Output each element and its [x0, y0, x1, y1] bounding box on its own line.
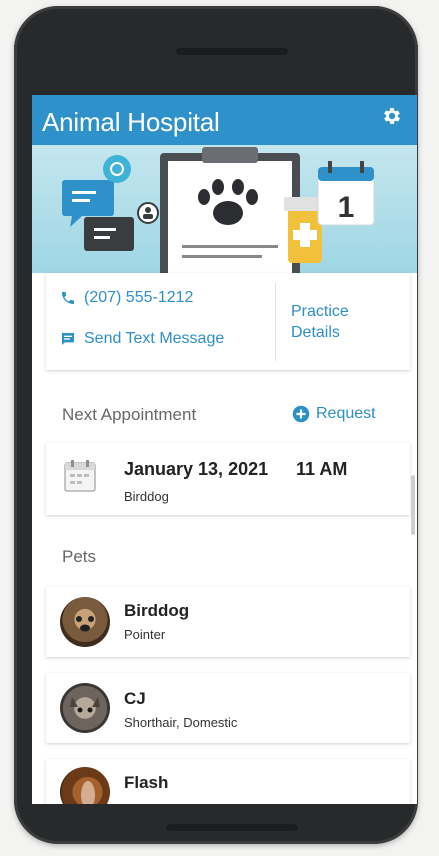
- appointment-card[interactable]: January 13, 2021 11 AM Birddog: [46, 443, 410, 515]
- pet-card-cj[interactable]: CJ Shorthair, Domestic: [46, 673, 410, 743]
- call-phone-link[interactable]: (207) 555-1212: [60, 289, 193, 307]
- appointment-time: 11 AM: [296, 459, 348, 479]
- pet-name: Birddog: [124, 601, 190, 620]
- pet-breed: Pointer: [124, 627, 166, 642]
- message-icon: [62, 333, 74, 345]
- calendar-date-icon: [64, 460, 96, 492]
- phone-number: (207) 555-1212: [84, 289, 194, 306]
- send-text-label: Send Text Message: [84, 330, 225, 347]
- app-title: Animal Hospital: [42, 107, 220, 137]
- pets-heading: Pets: [62, 547, 97, 566]
- user-badge-icon: [137, 202, 159, 224]
- earpiece-speaker: [176, 48, 288, 55]
- hero-illustration: 1: [32, 145, 417, 273]
- gear-icon[interactable]: [381, 105, 403, 127]
- practice-details-link[interactable]: Practice Details: [291, 301, 381, 343]
- pet-breed: Shorthair, Domestic: [124, 715, 238, 730]
- app-screen: Animal Hospital 1 (207) 555-1212 Send Te…: [32, 95, 417, 804]
- chat-bubble-dark-icon: [84, 217, 134, 251]
- next-appointment-heading: Next Appointment: [62, 405, 197, 424]
- bottom-speaker: [166, 824, 298, 831]
- contact-card: (207) 555-1212 Send Text Message Practic…: [46, 273, 410, 370]
- clipboard-illustration: 1: [62, 147, 375, 273]
- appointment-date: January 13, 2021: [124, 459, 269, 479]
- calendar-icon: 1: [317, 161, 375, 226]
- app-bar: Animal Hospital: [32, 95, 417, 145]
- pet-name: CJ: [124, 689, 146, 708]
- request-label: Request: [316, 405, 376, 422]
- stethoscope-bubble-icon: [103, 155, 131, 183]
- pet-avatar: [60, 767, 110, 804]
- contact-divider: [275, 283, 276, 361]
- add-circle-icon: [292, 405, 310, 423]
- pet-avatar: [60, 683, 110, 733]
- svg-text:1: 1: [338, 191, 355, 224]
- pet-avatar: [60, 597, 110, 647]
- send-text-link[interactable]: Send Text Message: [60, 330, 224, 348]
- pet-card-birddog[interactable]: Birddog Pointer: [46, 587, 410, 657]
- scrollbar[interactable]: [411, 475, 415, 535]
- request-appointment-button[interactable]: Request: [292, 405, 376, 423]
- pet-card-flash[interactable]: Flash: [46, 759, 410, 804]
- phone-icon: [62, 292, 74, 304]
- appointment-pet: Birddog: [124, 489, 169, 504]
- pet-name: Flash: [124, 773, 169, 792]
